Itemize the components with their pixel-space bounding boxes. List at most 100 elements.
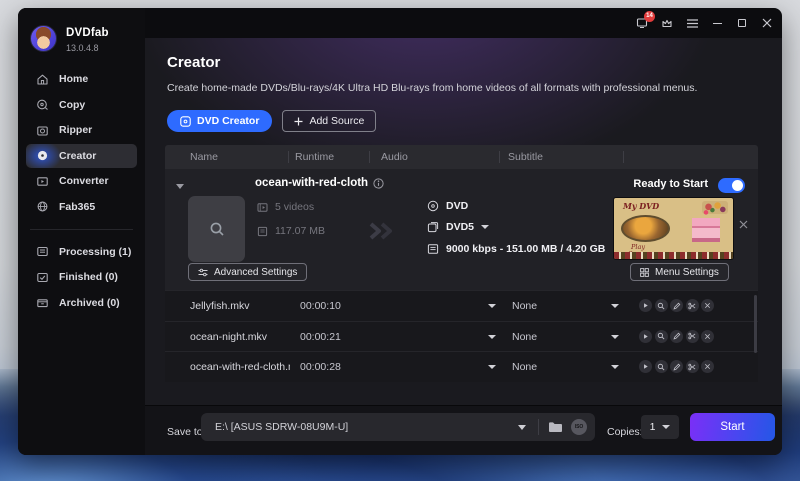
sidebar-item-archived[interactable]: Archived (0) — [26, 291, 137, 315]
page-title: Creator — [167, 54, 220, 71]
save-path-value: E:\ [ASUS SDRW-08U9M-U] — [215, 421, 348, 433]
converter-icon — [36, 175, 49, 188]
creator-icon — [36, 149, 49, 162]
archived-icon — [36, 296, 49, 309]
column-name: Name — [190, 145, 218, 169]
iso-icon[interactable]: ISO — [571, 419, 587, 435]
maximize-button[interactable] — [733, 14, 751, 32]
row-filename: Jellyfish.mkv — [190, 300, 250, 312]
sidebar-item-label: Fab365 — [59, 201, 95, 213]
sidebar-item-creator[interactable]: Creator — [26, 144, 137, 168]
column-separator — [623, 151, 624, 163]
close-button[interactable] — [758, 14, 776, 32]
preview-magnifier-icon[interactable] — [655, 299, 668, 312]
disc-size-icon — [427, 221, 439, 233]
sidebar-nav: Home Copy Ripper Creator Converter — [26, 67, 137, 316]
menu-icon[interactable] — [683, 14, 701, 32]
info-icon[interactable] — [373, 178, 384, 189]
edit-pencil-icon[interactable] — [670, 299, 683, 312]
sidebar-item-label: Converter — [59, 175, 109, 187]
bitrate-icon — [427, 243, 439, 255]
sidebar-item-fab365[interactable]: Fab365 — [26, 195, 137, 219]
table-row[interactable]: ocean-with-red-cloth.mkv 00:00:28 None — [165, 351, 758, 382]
sidebar-item-ripper[interactable]: Ripper — [26, 118, 137, 142]
app-version: 13.0.4.8 — [66, 43, 109, 53]
audio-dropdown[interactable] — [488, 335, 496, 339]
audio-dropdown[interactable] — [488, 304, 496, 308]
advanced-settings-button[interactable]: Advanced Settings — [188, 263, 307, 281]
remove-row-icon[interactable] — [701, 299, 714, 312]
save-to-label: Save to: — [167, 426, 206, 438]
play-icon[interactable] — [639, 360, 652, 373]
preview-magnifier-icon[interactable] — [655, 360, 668, 373]
sidebar-item-home[interactable]: Home — [26, 67, 137, 91]
dvdfab-window: 14 DVDfab 13.0.4.8 — [18, 8, 782, 455]
trim-scissors-icon[interactable] — [686, 330, 699, 343]
ready-toggle[interactable] — [718, 178, 745, 193]
output-type: DVD — [446, 200, 468, 212]
notification-button[interactable]: 14 — [633, 14, 651, 32]
file-size: 117.07 MB — [275, 225, 325, 237]
sidebar-item-label: Ripper — [59, 124, 92, 136]
row-subtitle: None — [512, 331, 537, 343]
column-separator — [369, 151, 370, 163]
source-table: Name Runtime Audio Subtitle ocean-with-r… — [165, 145, 758, 382]
app-name: DVDfab — [66, 27, 109, 39]
dvd-creator-button[interactable]: DVD Creator — [167, 110, 272, 132]
add-source-button[interactable]: Add Source — [282, 110, 376, 132]
sidebar-item-label: Home — [59, 73, 88, 85]
menu-preview-thumbnail[interactable]: My DVD Play Scenes — [613, 197, 734, 260]
subtitle-dropdown[interactable] — [611, 365, 619, 369]
app-logo: DVDfab 13.0.4.8 — [30, 25, 109, 53]
crown-icon[interactable] — [658, 14, 676, 32]
video-thumbnail[interactable] — [188, 196, 245, 262]
sidebar-item-finished[interactable]: Finished (0) — [26, 265, 137, 289]
save-destination-select[interactable]: E:\ [ASUS SDRW-08U9M-U] ISO — [201, 413, 595, 441]
edit-pencil-icon[interactable] — [670, 330, 683, 343]
scrollbar-thumb[interactable] — [754, 295, 757, 353]
collapse-arrow-icon[interactable] — [176, 184, 184, 189]
sidebar-item-converter[interactable]: Converter — [26, 169, 137, 193]
fab365-icon — [36, 200, 49, 213]
audio-dropdown[interactable] — [488, 365, 496, 369]
table-row[interactable]: ocean-night.mkv 00:00:21 None — [165, 321, 758, 352]
trim-scissors-icon[interactable] — [686, 299, 699, 312]
column-runtime: Runtime — [295, 145, 334, 169]
footer-bar: Save to: E:\ [ASUS SDRW-08U9M-U] ISO Cop… — [145, 405, 782, 455]
remove-row-icon[interactable] — [701, 360, 714, 373]
sidebar-item-copy[interactable]: Copy — [26, 93, 137, 117]
remove-menu-icon[interactable] — [735, 216, 751, 232]
row-filename: ocean-night.mkv — [190, 331, 267, 343]
start-button[interactable]: Start — [690, 413, 775, 441]
play-icon[interactable] — [639, 299, 652, 312]
disc-size-select[interactable]: DVD5 — [427, 221, 489, 233]
source-rows: Jellyfish.mkv 00:00:10 None — [165, 290, 758, 382]
file-size-icon — [257, 226, 268, 237]
status-label: Ready to Start — [633, 178, 708, 190]
menu-preview-title: My DVD — [623, 201, 659, 211]
copies-label: Copies: — [607, 426, 643, 438]
minimize-button[interactable] — [708, 14, 726, 32]
chevron-down-icon — [481, 225, 489, 229]
subtitle-dropdown[interactable] — [611, 335, 619, 339]
videos-icon — [257, 202, 268, 213]
play-icon[interactable] — [639, 330, 652, 343]
table-row[interactable]: Jellyfish.mkv 00:00:10 None — [165, 290, 758, 321]
row-runtime: 00:00:28 — [300, 361, 341, 373]
preview-magnifier-icon[interactable] — [655, 330, 668, 343]
trim-scissors-icon[interactable] — [686, 360, 699, 373]
sidebar-item-label: Processing (1) — [59, 246, 131, 258]
disc-icon — [180, 116, 191, 127]
edit-pencil-icon[interactable] — [670, 360, 683, 373]
subtitle-dropdown[interactable] — [611, 304, 619, 308]
home-icon — [36, 73, 49, 86]
column-separator — [288, 151, 289, 163]
sidebar-item-processing[interactable]: Processing (1) — [26, 240, 137, 264]
menu-settings-button[interactable]: Menu Settings — [630, 263, 729, 281]
copies-stepper[interactable]: 1 — [641, 415, 679, 439]
main-content: Creator Create home-made DVDs/Blu-rays/4… — [145, 38, 782, 455]
page-description: Create home-made DVDs/Blu-rays/4K Ultra … — [167, 82, 697, 94]
folder-icon[interactable] — [548, 421, 563, 433]
row-subtitle: None — [512, 361, 537, 373]
remove-row-icon[interactable] — [701, 330, 714, 343]
